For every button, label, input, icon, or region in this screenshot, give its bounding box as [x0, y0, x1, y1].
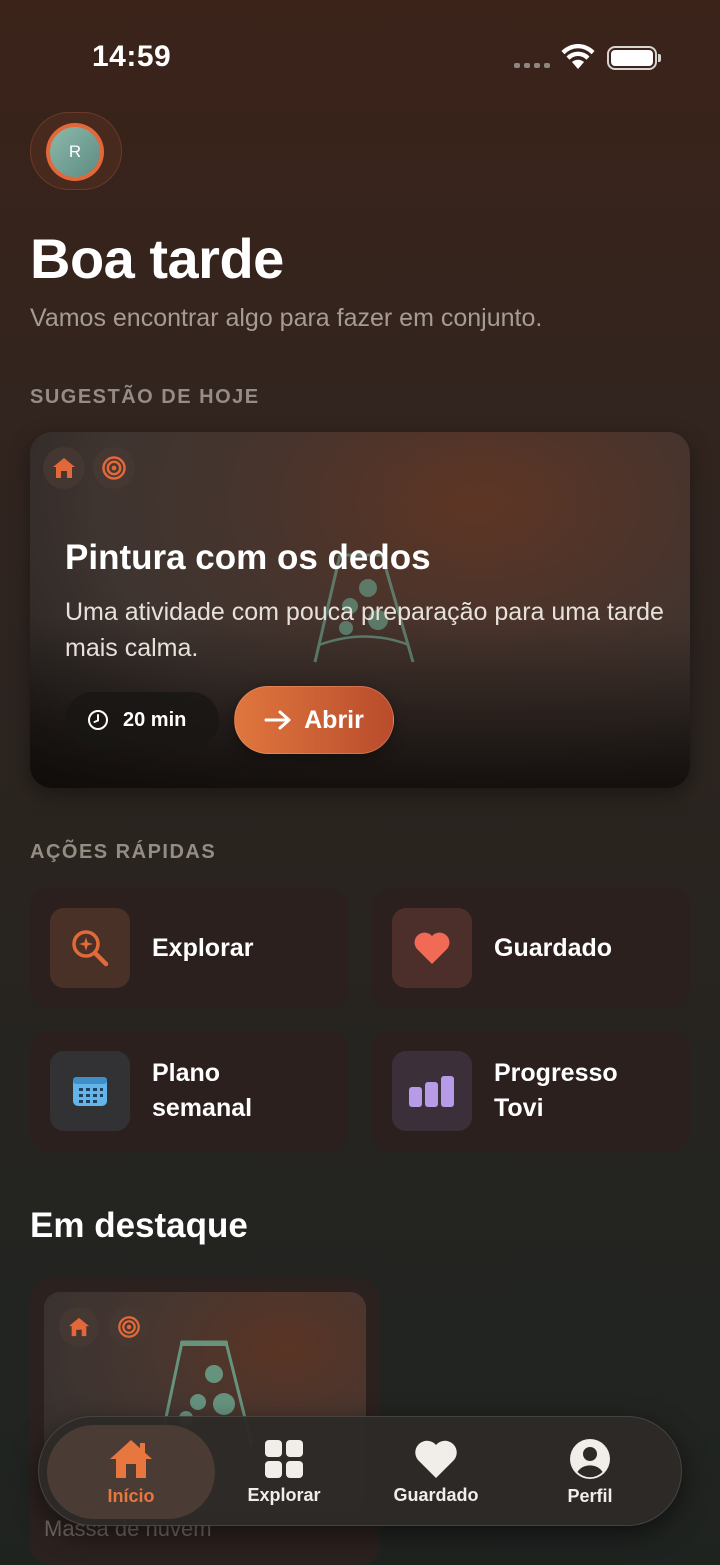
- signal-dots-icon: [514, 63, 550, 68]
- home-icon: [110, 1439, 152, 1478]
- calendar-icon: [50, 1051, 130, 1131]
- duration-label: 20 min: [123, 708, 187, 731]
- avatar-initial: R: [50, 127, 100, 177]
- target-icon: [93, 447, 135, 489]
- status-bar: 14:59: [0, 0, 720, 110]
- tab-label: Perfil: [567, 1485, 613, 1506]
- featured-section-title: Em destaque: [30, 1206, 248, 1245]
- suggestion-card[interactable]: Pintura com os dedos Uma atividade com p…: [30, 432, 690, 788]
- arrow-right-icon: [264, 710, 291, 730]
- quick-action-label: Explorar: [152, 933, 254, 962]
- avatar[interactable]: R: [46, 123, 104, 181]
- suggestion-section-label: SUGESTÃO DE HOJE: [30, 386, 260, 408]
- profile-icon: [570, 1438, 610, 1479]
- status-time: 14:59: [92, 40, 172, 73]
- duration-badge: 20 min: [65, 692, 219, 748]
- grid-icon: [265, 1439, 303, 1478]
- tab-label: Explorar: [247, 1484, 321, 1505]
- open-button-label: Abrir: [304, 705, 364, 734]
- quick-action-weekly-plan[interactable]: Plano semanal: [30, 1031, 348, 1151]
- quick-action-label: Plano semanal: [152, 1059, 253, 1122]
- heart-icon: [392, 908, 472, 988]
- tab-bar: Início Explorar Guardado Perfil: [38, 1416, 682, 1526]
- tab-explore[interactable]: Explorar: [209, 1425, 359, 1519]
- home-icon: [59, 1307, 99, 1347]
- home-icon: [43, 447, 85, 489]
- bar-chart-icon: [392, 1051, 472, 1131]
- tab-label: Guardado: [393, 1484, 479, 1505]
- suggestion-description: Uma atividade com pouca preparação para …: [65, 598, 664, 662]
- target-icon: [109, 1307, 149, 1347]
- tab-profile[interactable]: Perfil: [515, 1425, 665, 1519]
- battery-icon: [607, 46, 661, 70]
- open-button[interactable]: Abrir: [234, 686, 394, 754]
- page-subtitle: Vamos encontrar algo para fazer em conju…: [30, 304, 543, 332]
- tab-home[interactable]: Início: [47, 1425, 215, 1519]
- suggestion-title: Pintura com os dedos: [65, 538, 431, 577]
- quick-action-explore[interactable]: Explorar: [30, 888, 348, 1008]
- heart-icon: [415, 1440, 457, 1478]
- page-title: Boa tarde: [30, 227, 284, 290]
- quick-action-label: Progresso Tovi: [494, 1059, 618, 1122]
- search-sparkle-icon: [50, 908, 130, 988]
- tab-label: Início: [107, 1485, 155, 1506]
- quick-actions-section-label: AÇÕES RÁPIDAS: [30, 841, 217, 863]
- tab-saved[interactable]: Guardado: [361, 1425, 511, 1519]
- quick-action-label: Guardado: [494, 933, 613, 962]
- clock-icon: [88, 710, 108, 730]
- wifi-icon: [561, 44, 595, 69]
- quick-action-saved[interactable]: Guardado: [372, 888, 690, 1008]
- quick-action-progress[interactable]: Progresso Tovi: [372, 1031, 690, 1151]
